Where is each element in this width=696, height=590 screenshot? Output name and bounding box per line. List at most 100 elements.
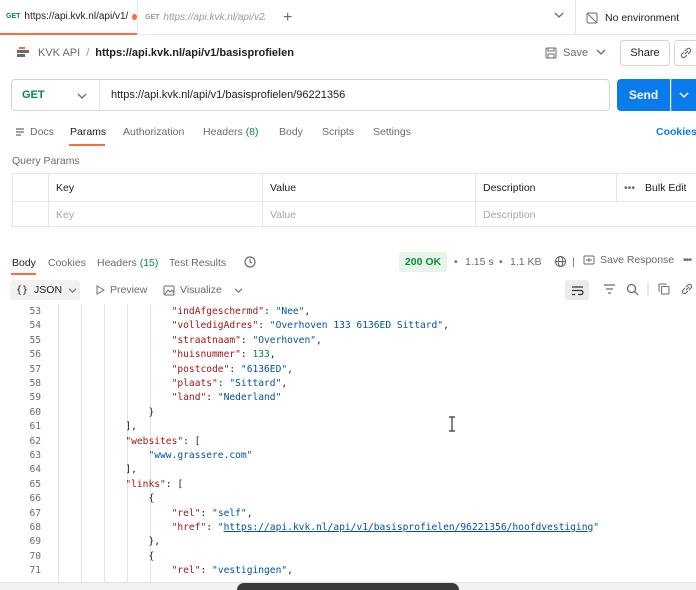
wrap-lines-button[interactable] [565,280,589,300]
code-text: "land": "Nederland" [172,391,282,405]
breadcrumb: KVK API / https://api.kvk.nl/api/v1/basi… [16,44,294,62]
description-input[interactable]: Description [475,201,696,228]
method-select[interactable]: GET [12,80,100,110]
code-token: : [ [165,478,184,490]
url-bar: GET [11,79,610,111]
code-token: "vestigingen" [212,565,288,577]
breadcrumb-separator: / [86,47,90,59]
key-input[interactable]: Key [48,201,262,228]
filter-icon[interactable] [603,283,616,298]
method-label: GET [22,89,45,101]
code-text: "href": "https://api.kvk.nl/api/v1/basis… [172,521,599,535]
tab-authorization[interactable]: Authorization [123,124,184,140]
line-number: 61 [29,421,41,433]
environment-label: No environment [605,11,680,24]
code-text: "rel": "self", [172,507,253,521]
more-options-icon[interactable]: ••• [683,254,692,266]
code-token: "land" [171,392,207,404]
wrap-icon [571,285,584,295]
search-icon[interactable] [626,283,639,299]
request-tab[interactable]: GET https://api.kvk.nl/api/v2/ [137,0,265,35]
code-token: : [264,306,276,317]
code-line: 55 "straatnaam": "Overhoven", [0,334,696,348]
chevron-down-icon[interactable] [554,10,564,22]
line-number: 63 [29,450,41,461]
tab-docs[interactable]: Docs [15,124,54,140]
new-tab-plus-icon[interactable]: + [283,9,292,27]
response-time[interactable]: 1.15 s [465,256,494,268]
code-text: "links": [ [125,478,183,492]
code-token: "plaats" [171,378,218,389]
response-tab-cookies[interactable]: Cookies [48,256,86,270]
tab-body[interactable]: Body [279,124,303,140]
response-size[interactable]: 1.1 KB [510,256,542,268]
format-select[interactable]: {} JSON [10,280,80,300]
code-token: "www.grassere.com" [148,450,253,461]
code-token: , [304,306,311,317]
active-tab-indicator [69,144,105,146]
code-token: : [217,378,230,389]
response-tab-test-results[interactable]: Test Results [169,256,226,270]
code-line: 65 "links": [ [0,478,696,492]
share-button[interactable]: Share [620,40,670,66]
response-body-code[interactable]: 53 "indAfgeschermd": "Nee", 54 "volledigAdr… [0,304,696,582]
visualize-button[interactable]: Visualize [163,284,248,296]
code-token: : [229,363,241,375]
separator-pipe [647,282,649,299]
line-number: 68 [29,522,41,533]
code-token: "6136ED" [240,363,288,375]
tab-scripts[interactable]: Scripts [322,124,354,140]
line-number: 69 [29,536,41,548]
globe-icon[interactable] [554,255,567,271]
link-icon[interactable] [681,283,693,298]
code-token: ], [125,421,137,433]
cookies-link[interactable]: Cookies [656,126,696,138]
code-line: 54 "volledigAdres": "Overhoven 133 6136ED… [0,319,696,333]
code-token: : [200,507,213,519]
line-number: 64 [29,464,41,476]
value-input[interactable]: Value [262,201,475,228]
status-badge[interactable]: 200 OK [399,252,447,272]
link-icon-button[interactable] [674,40,696,66]
history-icon[interactable] [243,255,257,272]
query-params-table: Key Value Description ••• Bulk Edit Key … [12,173,696,228]
send-options-button[interactable] [671,79,696,111]
save-response-button[interactable]: Save Response [583,254,674,266]
tab-settings[interactable]: Settings [373,124,411,140]
code-token: : [206,522,218,533]
collection-name[interactable]: KVK API [38,47,80,59]
preview-button[interactable]: Preview [96,284,147,296]
tab-headers-count: (8) [245,126,259,138]
link-icon [680,47,691,59]
text-cursor-icon [448,416,456,435]
code-token: , [443,320,449,332]
code-token: : [240,334,253,346]
code-token: }, [148,536,161,548]
copy-icon[interactable] [658,283,670,298]
code-token: : [240,349,253,361]
code-text: "volledigAdres": "Overhoven 133 6136ED S… [172,319,449,333]
code-link[interactable]: https://api.kvk.nl/api/v1/basisprofielen… [224,522,594,533]
save-options-chevron-icon[interactable] [596,47,606,59]
code-text: { [148,550,154,564]
send-button[interactable]: Send [617,79,670,111]
bulk-edit-button[interactable]: ••• Bulk Edit [616,174,696,201]
separator-dot: • [499,256,503,268]
tab-params[interactable]: Params [70,124,106,140]
code-token: "links" [125,478,166,490]
request-tab-active[interactable]: GET https://api.kvk.nl/api/v1/ [0,0,137,35]
bottom-panel-handle[interactable] [237,583,459,590]
url-input[interactable] [100,80,609,110]
tab-headers[interactable]: Headers (8) [203,124,259,140]
code-token: , [287,363,293,375]
code-token: , [246,507,253,519]
response-tab-body[interactable]: Body [12,256,36,270]
column-header-description: Description [475,174,616,201]
code-text: "indAfgeschermd": "Nee", [172,305,311,319]
line-number: 53 [29,306,41,317]
code-token: : [200,565,213,577]
response-tab-headers[interactable]: Headers (15) [97,256,158,270]
request-name[interactable]: https://api.kvk.nl/api/v1/basisprofielen [95,47,294,59]
code-line: 66 { [0,492,696,506]
environment-selector[interactable]: No environment [575,0,696,35]
